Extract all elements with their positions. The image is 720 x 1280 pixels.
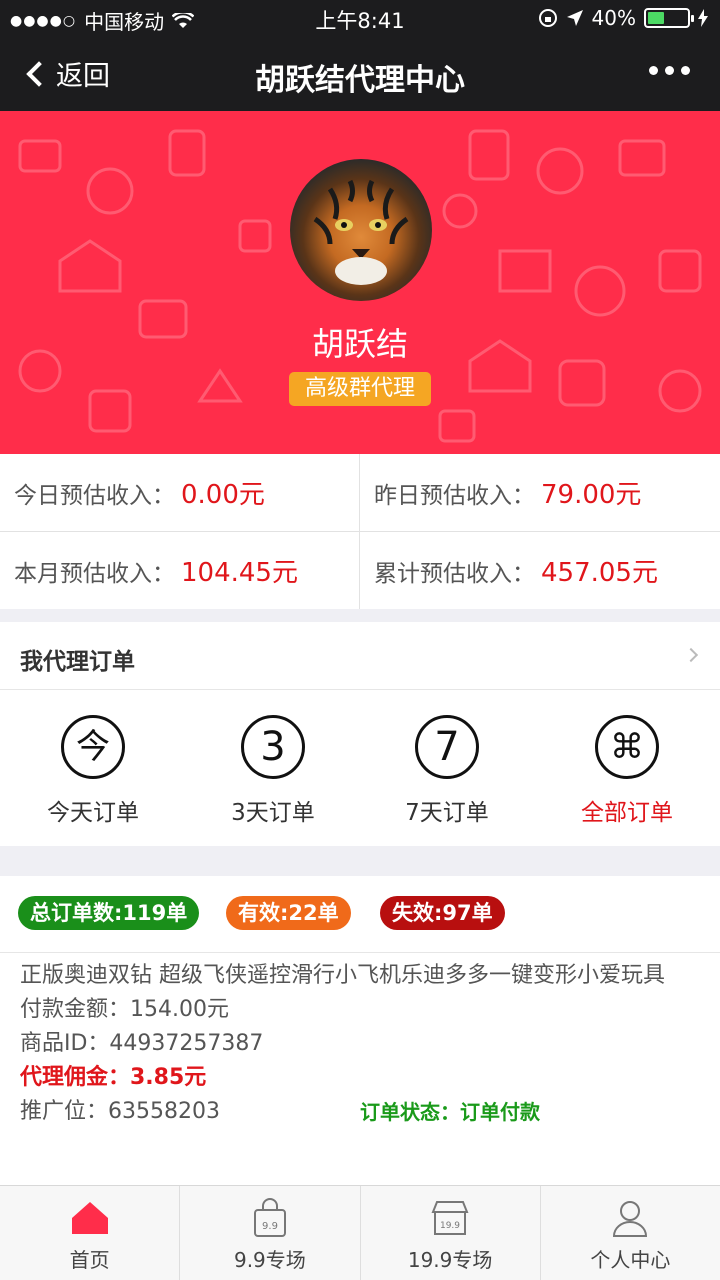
tab-label: 9.9专场 xyxy=(233,1248,306,1272)
stat-label: 昨日预估收入： xyxy=(374,482,535,509)
stat-value: 0.00元 xyxy=(181,480,265,510)
chevron-right-icon xyxy=(683,647,699,663)
stat-value: 457.05元 xyxy=(541,558,658,588)
product-name: 正版奥迪双钻 超级飞侠遥控滑行小飞机乐迪多多一键变形小爱玩具 xyxy=(20,963,665,988)
tab-label: 全部订单 xyxy=(581,800,673,826)
agent-orders-section: 我代理订单 今 今天订单 3 3天订单 7 7天订单 ⌘ 全部订单 xyxy=(0,622,720,846)
tab-home[interactable]: 首页 xyxy=(0,1186,181,1280)
valid-orders-badge[interactable]: 有效:22单 xyxy=(226,896,351,930)
avatar xyxy=(290,159,432,301)
stat-yesterday: 昨日预估收入： 79.00元 xyxy=(360,454,719,531)
order-list: 总订单数:119单 有效:22单 失效:97单 正版奥迪双钻 超级飞侠遥控滑行小… xyxy=(0,876,720,1186)
seven-icon: 7 xyxy=(415,715,479,779)
tab-label: 7天订单 xyxy=(405,800,489,826)
page-title: 胡跃结代理中心 xyxy=(255,63,465,98)
bottom-tab-bar: 首页 9.9 9.9专场 19.9 19.9专场 个人中心 xyxy=(0,1185,720,1280)
total-orders-badge[interactable]: 总订单数:119单 xyxy=(18,896,200,930)
stat-label: 累计预估收入： xyxy=(374,560,535,587)
order-item[interactable]: 正版奥迪双钻 超级飞侠遥控滑行小飞机乐迪多多一键变形小爱玩具 付款金额：154.… xyxy=(0,953,720,1129)
agent-orders-header[interactable]: 我代理订单 xyxy=(0,622,720,690)
rotation-lock-icon xyxy=(538,9,557,27)
nav-bar: 返回 胡跃结代理中心 xyxy=(0,38,720,111)
level-badge: 高级群代理 xyxy=(289,372,431,406)
stat-label: 本月预估收入： xyxy=(14,560,175,587)
commission: 代理佣金：3.85元 xyxy=(20,1065,207,1090)
divider xyxy=(0,531,720,532)
promo-position: 推广位：63558203 xyxy=(20,1099,220,1124)
three-icon: 3 xyxy=(241,715,305,779)
tab-all-orders[interactable]: ⌘ 全部订单 xyxy=(537,715,717,827)
order-status: 订单状态：订单付款 xyxy=(360,1100,540,1124)
tab-profile[interactable]: 个人中心 xyxy=(541,1186,720,1280)
payment-amount: 付款金额：154.00元 xyxy=(20,997,229,1022)
profile-header: 胡跃结 高级群代理 xyxy=(0,111,720,454)
stat-label: 今日预估收入： xyxy=(14,482,175,509)
tab-label: 3天订单 xyxy=(231,800,315,826)
product-id: 商品ID：44937257387 xyxy=(20,1031,264,1056)
user-icon xyxy=(613,1201,648,1237)
today-icon: 今 xyxy=(61,715,125,779)
stat-value: 104.45元 xyxy=(181,558,298,588)
shopping-bag-icon: 9.9 xyxy=(253,1198,286,1237)
location-icon xyxy=(566,10,583,26)
tab-label: 首页 xyxy=(69,1248,110,1272)
status-bar: ●●●●○ 中国移动 上午8:41 40% xyxy=(0,0,720,36)
top-bar: ●●●●○ 中国移动 上午8:41 40% 返回 胡跃结代理中心 xyxy=(0,0,720,111)
home-icon xyxy=(71,1202,108,1234)
tab-label: 19.9专场 xyxy=(407,1248,493,1272)
store-icon: 19.9 xyxy=(431,1201,469,1235)
svg-text:9.9: 9.9 xyxy=(262,1221,278,1232)
stat-value: 79.00元 xyxy=(541,480,642,510)
charging-icon xyxy=(698,9,708,27)
order-summary: 总订单数:119单 有效:22单 失效:97单 xyxy=(0,876,720,953)
stat-month: 本月预估收入： 104.45元 xyxy=(0,532,359,609)
tab-3day-orders[interactable]: 3 3天订单 xyxy=(183,715,363,827)
tab-label: 个人中心 xyxy=(590,1248,671,1272)
section-title: 我代理订单 xyxy=(20,649,135,675)
user-name: 胡跃结 xyxy=(311,325,408,363)
tab-today-orders[interactable]: 今 今天订单 xyxy=(3,715,183,827)
tab-9-9[interactable]: 9.9 9.9专场 xyxy=(180,1186,361,1280)
battery-percent: 40% xyxy=(591,6,636,30)
invalid-orders-badge[interactable]: 失效:97单 xyxy=(380,896,505,930)
all-orders-icon: ⌘ xyxy=(595,715,659,779)
stat-today: 今日预估收入： 0.00元 xyxy=(0,454,359,531)
tab-7day-orders[interactable]: 7 7天订单 xyxy=(357,715,537,827)
battery-icon xyxy=(644,8,694,28)
stat-total: 累计预估收入： 457.05元 xyxy=(360,532,719,609)
svg-text:19.9: 19.9 xyxy=(440,1221,460,1231)
income-stats: 今日预估收入： 0.00元 昨日预估收入： 79.00元 本月预估收入： 104.45… xyxy=(0,454,720,609)
more-menu-button[interactable] xyxy=(649,66,690,75)
tab-label: 今天订单 xyxy=(47,800,139,826)
tab-19-9[interactable]: 19.9 19.9专场 xyxy=(361,1186,541,1280)
